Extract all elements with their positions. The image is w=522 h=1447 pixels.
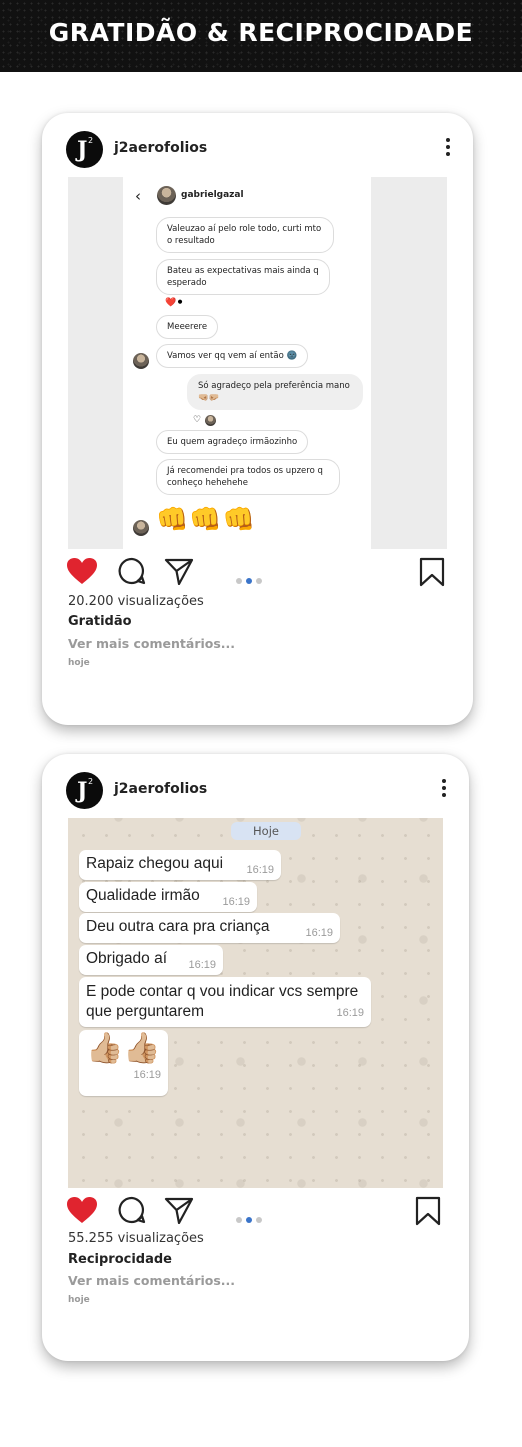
- wa-message-text: Qualidade irmão: [86, 887, 200, 904]
- wa-message: 👍🏼👍🏼 16:19: [79, 1030, 168, 1096]
- avatar[interactable]: J2: [66, 131, 103, 168]
- wa-message-time: 16:19: [305, 927, 333, 939]
- post-actions: [66, 557, 445, 589]
- view-count: 20.200 visualizações: [68, 594, 204, 609]
- date-chip: Hoje: [231, 822, 301, 840]
- wa-message-time: 16:19: [336, 1007, 364, 1019]
- post-image[interactable]: ‹ gabrielgazal Valeuzao aí pelo role tod…: [68, 177, 447, 549]
- bookmark-icon[interactable]: [415, 1196, 441, 1226]
- wa-message-text: Obrigado aí: [86, 950, 167, 967]
- header-banner: GRATIDÃO & RECIPROCIDADE: [0, 0, 522, 72]
- wa-message: Qualidade irmão 16:19: [79, 882, 257, 912]
- dm-message: Bateu as expectativas mais ainda q esper…: [156, 259, 330, 295]
- carousel-dots: [236, 569, 266, 584]
- contact-avatar-small: [133, 353, 149, 369]
- reaction-avatar: [205, 415, 216, 426]
- more-options-icon[interactable]: [439, 777, 449, 803]
- wa-message-text: E pode contar q vou indicar vcs sempre q…: [86, 983, 359, 1020]
- share-icon[interactable]: [164, 557, 194, 585]
- post-image[interactable]: Hoje Rapaiz chegou aqui 16:19 Qualidade …: [68, 818, 443, 1188]
- dm-message: Meeerere: [156, 315, 219, 339]
- contact-name: gabrielgazal: [181, 190, 244, 200]
- wa-message-text: Rapaiz chegou aqui: [86, 855, 224, 872]
- username[interactable]: j2aerofolios: [114, 781, 207, 797]
- view-more-comments-link[interactable]: Ver mais comentários...: [68, 636, 235, 651]
- wa-message: E pode contar q vou indicar vcs sempre q…: [79, 977, 371, 1027]
- bookmark-icon[interactable]: [419, 557, 445, 587]
- dm-message: Já recomendei pra todos os upzero q conh…: [156, 459, 340, 495]
- carousel-dots: [236, 1208, 266, 1223]
- heart-icon[interactable]: [66, 1196, 98, 1224]
- dm-header: ‹ gabrielgazal: [123, 177, 371, 215]
- wa-message: Obrigado aí 16:19: [79, 945, 223, 975]
- post-card-reciprocidade: J2 j2aerofolios Hoje Rapaiz chegou aqui …: [42, 754, 469, 1361]
- post-date: hoje: [68, 658, 90, 668]
- view-more-comments-link[interactable]: Ver mais comentários...: [68, 1273, 235, 1288]
- more-options-icon[interactable]: [443, 136, 453, 162]
- contact-avatar-small: [133, 520, 149, 536]
- post-date: hoje: [68, 1295, 90, 1305]
- wa-message: Deu outra cara pra criança 16:19: [79, 913, 340, 943]
- wa-message-time: 16:19: [133, 1069, 161, 1081]
- comment-icon[interactable]: [118, 557, 146, 585]
- comment-icon[interactable]: [118, 1196, 146, 1224]
- view-count: 55.255 visualizações: [68, 1231, 204, 1246]
- post-caption: Gratidão: [68, 614, 132, 629]
- post-actions: [66, 1196, 441, 1228]
- wa-message: Rapaiz chegou aqui 16:19: [79, 850, 281, 880]
- post-header: J2 j2aerofolios: [66, 772, 449, 810]
- wa-message-time: 16:19: [188, 959, 216, 971]
- heart-reaction-icon: ♡: [193, 415, 202, 425]
- post-caption: Reciprocidade: [68, 1252, 172, 1267]
- heart-icon[interactable]: [66, 557, 98, 585]
- dm-message-mine: Só agradeço pela preferência mano 🤜🏼🤛🏼: [187, 374, 363, 410]
- post-header: J2 j2aerofolios: [66, 131, 453, 169]
- contact-avatar: [157, 186, 176, 205]
- back-arrow-icon: ‹: [135, 187, 141, 205]
- share-icon[interactable]: [164, 1196, 194, 1224]
- dm-screenshot: ‹ gabrielgazal Valeuzao aí pelo role tod…: [123, 177, 371, 549]
- wa-message-time: 16:19: [222, 896, 250, 908]
- avatar[interactable]: J2: [66, 772, 103, 809]
- banner-title: GRATIDÃO & RECIPROCIDADE: [48, 18, 474, 47]
- dm-message: Eu quem agradeço irmãozinho: [156, 430, 309, 454]
- dm-message: Valeuzao aí pelo role todo, curti mto o …: [156, 217, 334, 253]
- dm-message: Vamos ver qq vem aí então 🌚: [156, 344, 309, 368]
- post-card-gratidao: J2 j2aerofolios ‹ gabrielgazal Valeuzao …: [42, 113, 473, 725]
- wa-message-time: 16:19: [246, 864, 274, 876]
- fist-emojis: 👊👊👊: [156, 505, 257, 535]
- username[interactable]: j2aerofolios: [114, 140, 207, 156]
- wa-message-text: Deu outra cara pra criança: [86, 918, 270, 935]
- heart-reaction-icon: ❤️⚫: [165, 298, 184, 308]
